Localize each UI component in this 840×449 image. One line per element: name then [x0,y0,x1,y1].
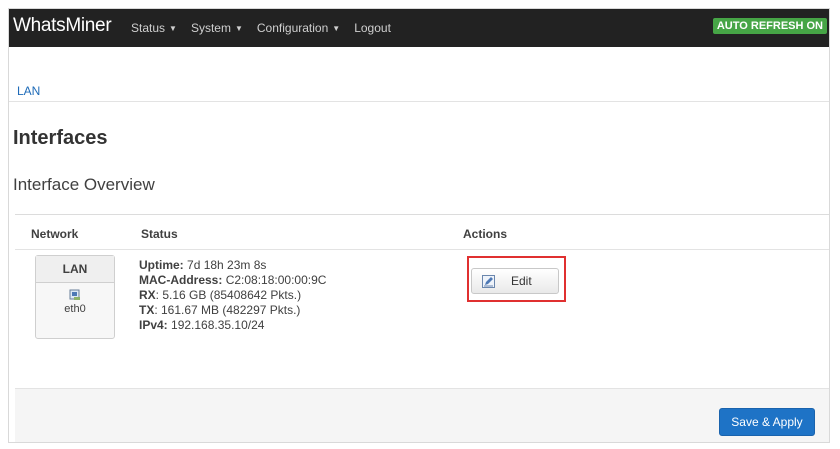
interfaces-table: Network Status Actions LAN eth0 Uptime: … [15,214,829,442]
header-divider [15,249,829,250]
interface-card-lan: LAN eth0 [35,255,115,339]
section-title: Interface Overview [13,175,155,194]
menu-system[interactable]: System ▼ [191,21,243,35]
menu-configuration-label: Configuration [256,21,329,35]
tx-value: : 161.67 MB (482297 Pkts.) [154,303,301,317]
uptime-label: Uptime: [139,258,184,272]
rx-value: : 5.16 GB (85408642 Pkts.) [155,288,302,302]
menu-status-label: Status [131,21,166,35]
page-title: Interfaces [13,127,108,149]
menu-status[interactable]: Status ▼ [131,21,177,35]
tab-bar: LAN [9,47,829,102]
status-mac: MAC-Address: C2:08:18:00:00:9C [139,273,326,288]
uptime-value: 7d 18h 23m 8s [187,258,267,272]
network-port-icon [69,289,80,300]
interface-name: LAN [36,256,114,283]
brand-logo[interactable]: WhatsMiner [13,15,112,37]
status-uptime: Uptime: 7d 18h 23m 8s [139,258,326,273]
menu-logout[interactable]: Logout [354,21,391,35]
save-apply-button[interactable]: Save & Apply [719,408,815,436]
interface-status: Uptime: 7d 18h 23m 8s MAC-Address: C2:08… [139,258,326,333]
ipv4-value: 192.168.35.10/24 [171,318,265,332]
menu-system-label: System [190,21,231,35]
chevron-down-icon: ▼ [234,24,243,33]
mac-label: MAC-Address: [139,273,223,287]
auto-refresh-badge[interactable]: AUTO REFRESH ON [712,18,827,34]
status-ipv4: IPv4: 192.168.35.10/24 [139,318,326,333]
main-menu: Status ▼ System ▼ Configuration ▼ Logout [131,21,405,35]
edit-button[interactable]: Edit [471,268,559,294]
header-actions: Actions [463,227,508,241]
rx-label: RX [139,288,156,302]
menu-logout-label: Logout [354,21,391,35]
chevron-down-icon: ▼ [169,24,177,33]
menu-configuration[interactable]: Configuration ▼ [257,21,340,35]
mac-value: C2:08:18:00:00:9C [225,273,327,287]
header-status: Status [141,227,178,241]
header-network: Network [31,227,79,241]
footer-bar: Save & Apply [15,388,829,442]
chevron-down-icon: ▼ [332,24,341,33]
edit-icon [482,274,495,288]
interface-device: eth0 [64,303,86,315]
status-tx: TX: 161.67 MB (482297 Pkts.) [139,303,326,318]
app-window: WhatsMiner Status ▼ System ▼ Configuration… [8,8,830,443]
ipv4-label: IPv4: [139,318,168,332]
status-rx: RX: 5.16 GB (85408642 Pkts.) [139,288,326,303]
tab-lan[interactable]: LAN [17,84,40,98]
top-navbar: WhatsMiner Status ▼ System ▼ Configuration… [9,9,829,47]
edit-button-label: Edit [511,274,532,288]
tx-label: TX [139,303,155,317]
